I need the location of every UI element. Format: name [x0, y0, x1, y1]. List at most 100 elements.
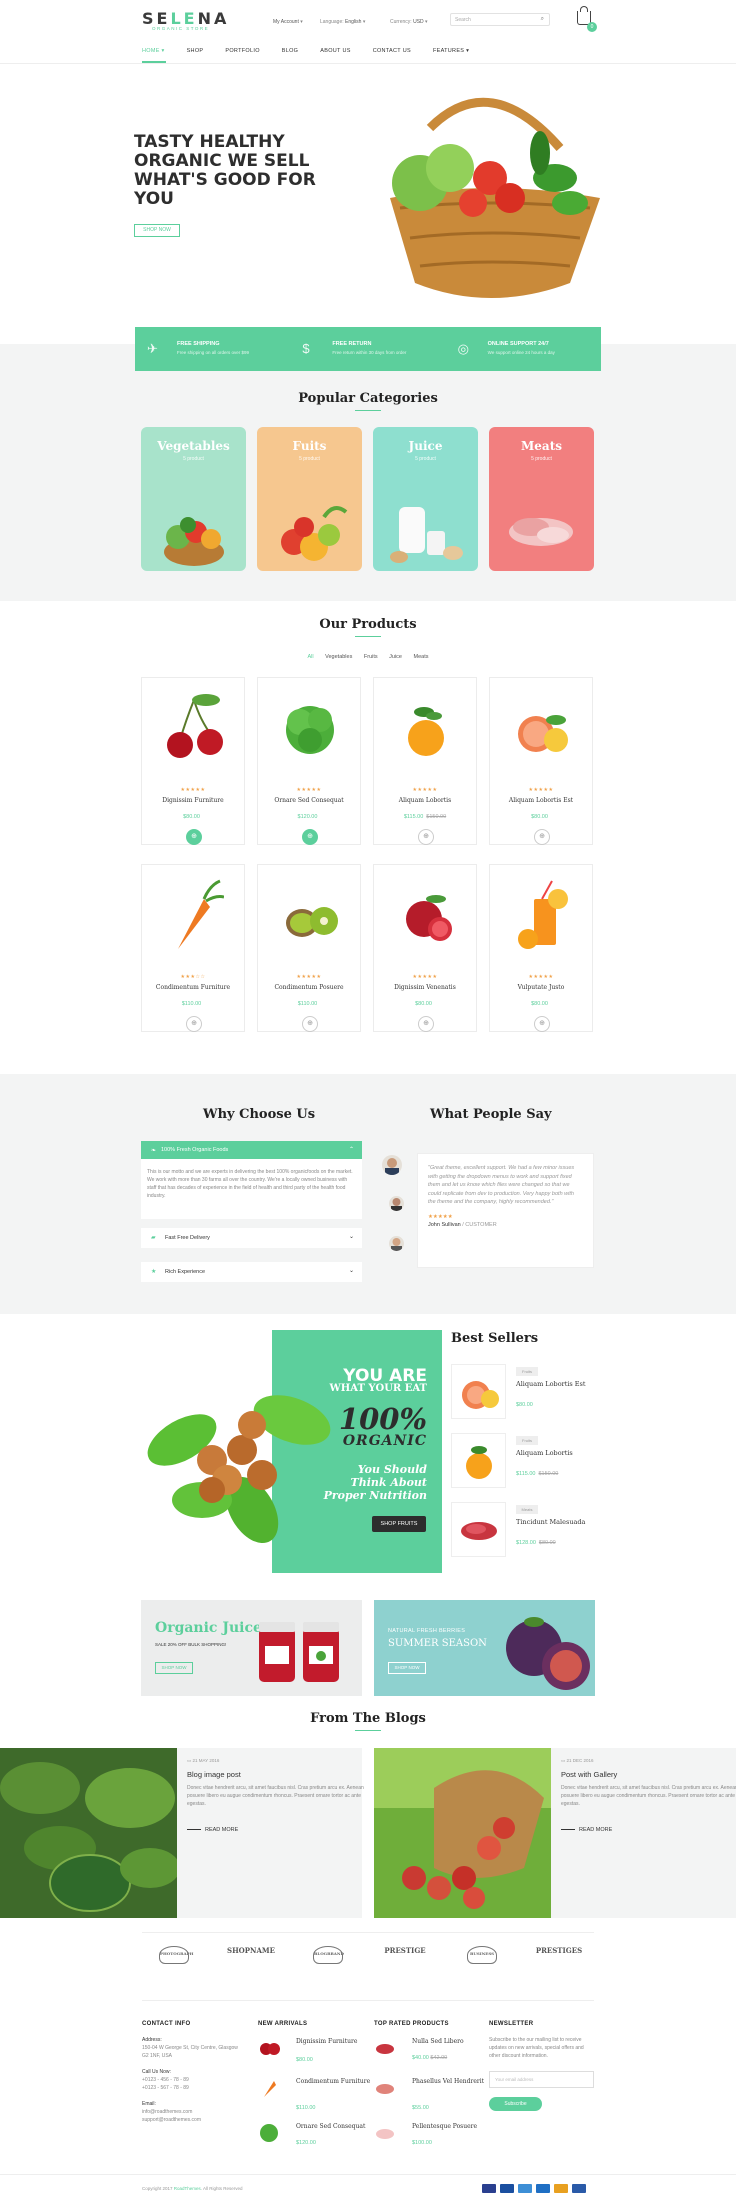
- accordion-item-fresh-foods[interactable]: ❧ 100% Fresh Organic Foods ⌃: [141, 1141, 362, 1159]
- product-name[interactable]: Dignissim Furniture: [142, 797, 244, 804]
- product-card[interactable]: ★★★☆☆ Condimentum Furniture $110.00 ⊕: [141, 864, 245, 1032]
- footer-product[interactable]: Ornare Sed Consequat $120.00: [258, 2122, 378, 2162]
- add-to-cart-button[interactable]: ⊕: [302, 829, 318, 845]
- tab-juice[interactable]: Juice: [389, 654, 402, 660]
- product-thumbnail[interactable]: [374, 2037, 396, 2057]
- testimonial-avatar[interactable]: [382, 1155, 402, 1175]
- brand-logo[interactable]: SHOPNAME: [221, 1946, 281, 1978]
- category-tag[interactable]: Meats: [516, 1505, 538, 1514]
- banner-shop-button[interactable]: SHOP NOW: [388, 1662, 426, 1674]
- nav-blog[interactable]: BLOG: [282, 48, 298, 60]
- bestseller-item[interactable]: Fruits Aliquam Lobortis Est $80.00: [451, 1364, 597, 1422]
- product-card[interactable]: ★★★★★ Vulputate Justo $80.00 ⊕: [489, 864, 593, 1032]
- product-name[interactable]: Aliquam Lobortis Est: [516, 1380, 586, 1388]
- footer-product[interactable]: Phasellus Vel Hendrerit $55.00: [374, 2077, 494, 2117]
- product-name[interactable]: Phasellus Vel Hendrerit: [412, 2077, 492, 2086]
- product-thumbnail[interactable]: [451, 1502, 506, 1557]
- search-input[interactable]: Search ⌕: [450, 13, 550, 26]
- product-thumbnail[interactable]: [258, 2122, 280, 2142]
- nav-contact[interactable]: CONTACT US: [373, 48, 411, 60]
- product-card[interactable]: ★★★★★ Ornare Sed Consequat $120.00 ⊕: [257, 677, 361, 845]
- footer-product[interactable]: Nulla Sed Libero $40.00 $42.00: [374, 2037, 494, 2077]
- add-to-cart-button[interactable]: ⊕: [534, 829, 550, 845]
- testimonial-avatar[interactable]: [389, 1236, 404, 1251]
- add-to-cart-button[interactable]: ⊕: [418, 829, 434, 845]
- category-card-vegetables[interactable]: Vegetables 5 product: [141, 427, 246, 571]
- product-name[interactable]: Pellentesque Posuere: [412, 2122, 492, 2131]
- product-name[interactable]: Dignissim Venenatis: [374, 984, 476, 991]
- chevron-down-icon[interactable]: ⌄: [349, 1233, 354, 1240]
- product-thumbnail[interactable]: [258, 2037, 280, 2057]
- nav-shop[interactable]: SHOP: [187, 48, 204, 60]
- brand-logo[interactable]: PRESTIGE: [375, 1946, 435, 1978]
- product-card[interactable]: ★★★★★ Aliquam Lobortis Est $80.00 ⊕: [489, 677, 593, 845]
- product-card[interactable]: ★★★★★ Aliquam Lobortis $115.00 $150.00 ⊕: [373, 677, 477, 845]
- category-card-fruits[interactable]: Fuits 5 product: [257, 427, 362, 571]
- chevron-down-icon[interactable]: ⌄: [349, 1267, 354, 1274]
- tab-vegetables[interactable]: Vegetables: [325, 654, 352, 660]
- product-name[interactable]: Aliquam Lobortis: [374, 797, 476, 804]
- category-card-meats[interactable]: Meats 5 product: [489, 427, 594, 571]
- footer-product[interactable]: Condimentum Furniture $110.00: [258, 2077, 378, 2117]
- bestseller-item[interactable]: Meats Tincidunt Malesuada $128.00 $80.00: [451, 1502, 597, 1560]
- footer-product[interactable]: Pellentesque Posuere $100.00: [374, 2122, 494, 2162]
- blog-post-card[interactable]: ▭ 21 MAY 2016 Blog image post Donec vita…: [0, 1748, 364, 1918]
- product-name[interactable]: Vulputate Justo: [490, 984, 592, 991]
- category-tag[interactable]: Fruits: [516, 1436, 538, 1445]
- product-thumbnail[interactable]: [451, 1433, 506, 1488]
- product-card[interactable]: ★★★★★ Dignissim Venenatis $80.00 ⊕: [373, 864, 477, 1032]
- product-name[interactable]: Ornare Sed Consequat: [258, 797, 360, 804]
- language-dropdown[interactable]: Language: English ▾: [320, 19, 365, 25]
- product-card[interactable]: ★★★★★ Condimentum Posuere $110.00 ⊕: [257, 864, 361, 1032]
- hero-shop-button[interactable]: SHOP NOW: [134, 224, 180, 237]
- product-name[interactable]: Ornare Sed Consequat: [296, 2122, 376, 2131]
- blog-watermelon-image[interactable]: [0, 1748, 177, 1918]
- nav-home[interactable]: HOME ▾: [142, 48, 165, 60]
- tab-all[interactable]: All: [307, 654, 313, 660]
- brand-logo[interactable]: PHOTOGRAPH: [144, 1946, 204, 1978]
- nav-portfolio[interactable]: PORTFOLIO: [225, 48, 259, 60]
- product-thumbnail[interactable]: [451, 1364, 506, 1419]
- nav-features[interactable]: FEATURES ▾: [433, 48, 469, 60]
- product-name[interactable]: Aliquam Lobortis: [516, 1449, 573, 1457]
- blog-apples-image[interactable]: [374, 1748, 551, 1918]
- tab-fruits[interactable]: Fruits: [364, 654, 378, 660]
- bestseller-item[interactable]: Fruits Aliquam Lobortis $115.00 $150.00: [451, 1433, 597, 1491]
- subscribe-button[interactable]: Subscribe: [489, 2097, 542, 2111]
- newsletter-email-input[interactable]: Your email address: [489, 2071, 594, 2088]
- account-dropdown[interactable]: My Account ▾: [273, 19, 303, 25]
- product-name[interactable]: Condimentum Furniture: [296, 2077, 376, 2086]
- banner-shop-button[interactable]: SHOP NOW: [155, 1662, 193, 1674]
- product-thumbnail[interactable]: [258, 2077, 280, 2097]
- nav-about[interactable]: ABOUT US: [320, 48, 350, 60]
- add-to-cart-button[interactable]: ⊕: [418, 1016, 434, 1032]
- chevron-up-icon[interactable]: ⌃: [349, 1146, 354, 1153]
- category-card-juice[interactable]: Juice 5 product: [373, 427, 478, 571]
- search-icon[interactable]: ⌕: [541, 16, 544, 23]
- blog-post-title[interactable]: Blog image post: [187, 1770, 241, 1779]
- blog-post-card[interactable]: ▭ 21 DEC 2016 Post with Gallery Donec vi…: [374, 1748, 736, 1918]
- copyright-brand-link[interactable]: RoadThemes: [174, 2186, 201, 2191]
- organic-juice-banner[interactable]: Organic Juice SALE 20% OFF BULK SHOPPING…: [141, 1600, 362, 1696]
- accordion-item-experience[interactable]: ★ Rich Experience ⌄: [141, 1262, 362, 1282]
- accordion-item-delivery[interactable]: ▰ Fast Free Delivery ⌄: [141, 1228, 362, 1248]
- product-name[interactable]: Condimentum Posuere: [258, 984, 360, 991]
- product-name[interactable]: Tincidunt Malesuada: [516, 1518, 585, 1526]
- product-thumbnail[interactable]: [374, 2077, 396, 2097]
- brand-logo[interactable]: PRESTIGES: [529, 1946, 589, 1978]
- product-name[interactable]: Condimentum Furniture: [142, 984, 244, 991]
- shop-fruits-button[interactable]: SHOP FRUITS: [372, 1516, 426, 1532]
- tab-meats[interactable]: Meats: [414, 654, 429, 660]
- brand-logo[interactable]: BUSINESS: [452, 1946, 512, 1978]
- add-to-cart-button[interactable]: ⊕: [302, 1016, 318, 1032]
- product-name[interactable]: Dignissim Furniture: [296, 2037, 376, 2046]
- product-name[interactable]: Nulla Sed Libero: [412, 2037, 492, 2046]
- footer-product[interactable]: Dignissim Furniture $80.00: [258, 2037, 378, 2077]
- summer-berries-banner[interactable]: NATURAL FRESH BERRIES SUMMER SEASON SHOP…: [374, 1600, 595, 1696]
- product-thumbnail[interactable]: [374, 2122, 396, 2142]
- add-to-cart-button[interactable]: ⊕: [186, 829, 202, 845]
- currency-dropdown[interactable]: Currency: USD ▾: [390, 19, 428, 25]
- product-card[interactable]: ★★★★★ Dignissim Furniture $80.00 ⊕: [141, 677, 245, 845]
- add-to-cart-button[interactable]: ⊕: [534, 1016, 550, 1032]
- product-name[interactable]: Aliquam Lobortis Est: [490, 797, 592, 804]
